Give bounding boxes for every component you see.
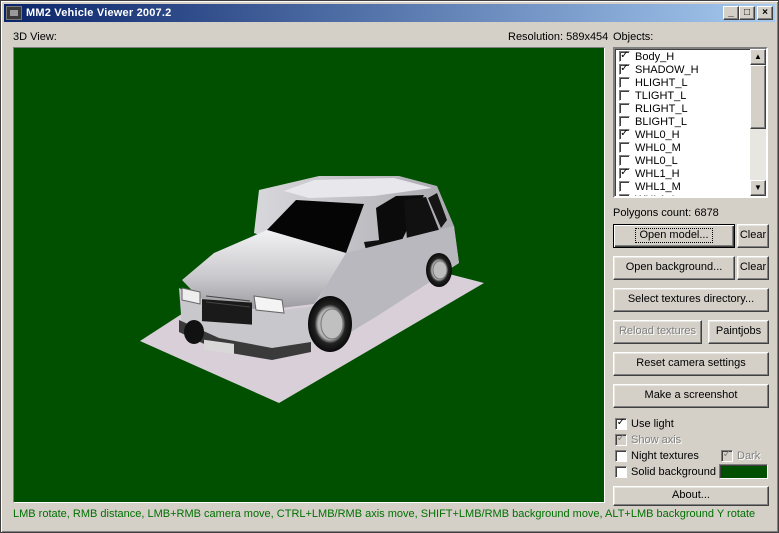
clear-background-button[interactable]: Clear — [737, 256, 769, 280]
list-item[interactable]: ✓ WHL0_H — [617, 128, 752, 141]
object-checkbox[interactable]: ✓ — [619, 64, 630, 75]
open-model-label: Open model... — [635, 228, 713, 243]
app-icon — [6, 6, 22, 20]
list-item[interactable]: WHL1_M — [617, 180, 752, 193]
objects-list-items: ✓ Body_H ✓ SHADOW_H HLIGHT_L TLIGHT_L RLIGHT_L… — [617, 50, 752, 197]
object-name: WHL1_M — [635, 180, 681, 193]
screenshot-button[interactable]: Make a screenshot — [613, 384, 769, 408]
open-background-button[interactable]: Open background... — [613, 256, 735, 280]
object-checkbox[interactable] — [619, 90, 630, 101]
object-name: WHL1_H — [635, 167, 680, 180]
object-checkbox[interactable]: ✓ — [619, 168, 630, 179]
objects-label: Objects: — [613, 31, 654, 43]
list-item[interactable]: BLIGHT_L — [617, 115, 752, 128]
scroll-up-button[interactable]: ▲ — [750, 49, 766, 65]
objects-list[interactable]: ✓ Body_H ✓ SHADOW_H HLIGHT_L TLIGHT_L RLIGHT_L… — [613, 47, 768, 198]
object-name: Body_H — [635, 50, 675, 63]
object-name: WHL0_H — [635, 128, 680, 141]
object-checkbox[interactable] — [619, 77, 630, 88]
minimize-button[interactable]: _ — [723, 6, 739, 20]
use-light-checkbox[interactable]: ✓ Use light — [615, 417, 674, 431]
object-name: SHADOW_H — [635, 63, 699, 76]
dark-checkbox[interactable]: ✓ Dark — [721, 449, 760, 463]
night-textures-checkbox[interactable]: Night textures — [615, 449, 699, 463]
solid-background-label: Solid background — [631, 466, 717, 478]
app-window: MM2 Vehicle Viewer 2007.2 _ □ × 3D View:… — [0, 0, 779, 533]
scroll-thumb[interactable] — [750, 65, 766, 129]
object-name: HLIGHT_L — [635, 76, 688, 89]
object-name: WHL1_L — [635, 194, 678, 197]
object-checkbox[interactable] — [619, 103, 630, 114]
list-item[interactable]: ✓ WHL1_H — [617, 167, 752, 180]
object-name: WHL0_M — [635, 141, 681, 154]
window-title: MM2 Vehicle Viewer 2007.2 — [26, 7, 172, 19]
night-textures-label: Night textures — [631, 450, 699, 462]
about-button[interactable]: About... — [613, 486, 769, 506]
object-checkbox[interactable] — [619, 155, 630, 166]
polygons-count: Polygons count: 6878 — [613, 207, 719, 219]
window-controls: _ □ × — [723, 6, 773, 20]
solid-background-box[interactable] — [615, 466, 627, 478]
show-axis-box[interactable]: ✓ — [615, 434, 627, 446]
resolution-label: Resolution: 589x454 — [508, 31, 609, 43]
show-axis-label: Show axis — [631, 434, 682, 446]
solid-background-checkbox[interactable]: Solid background — [615, 465, 716, 479]
object-name: RLIGHT_L — [635, 102, 688, 115]
night-textures-box[interactable] — [615, 450, 627, 462]
view-label: 3D View: — [13, 31, 57, 43]
use-light-label: Use light — [631, 418, 674, 430]
3d-viewport[interactable] — [13, 47, 605, 503]
list-item[interactable]: HLIGHT_L — [617, 76, 752, 89]
background-color-swatch[interactable] — [719, 464, 768, 479]
object-checkbox[interactable]: ✓ — [619, 129, 630, 140]
title-bar[interactable]: MM2 Vehicle Viewer 2007.2 _ □ × — [4, 4, 775, 22]
list-item[interactable]: WHL0_L — [617, 154, 752, 167]
maximize-button[interactable]: □ — [739, 6, 755, 20]
list-item[interactable]: WHL0_M — [617, 141, 752, 154]
close-button[interactable]: × — [757, 6, 773, 20]
object-checkbox[interactable] — [619, 181, 630, 192]
list-item[interactable]: ✓ Body_H — [617, 50, 752, 63]
list-item[interactable]: ✓ SHADOW_H — [617, 63, 752, 76]
show-axis-checkbox[interactable]: ✓ Show axis — [615, 433, 681, 447]
status-hint: LMB rotate, RMB distance, LMB+RMB camera… — [13, 508, 756, 520]
reload-textures-button[interactable]: Reload textures — [613, 320, 702, 344]
open-model-button[interactable]: Open model... — [613, 224, 735, 248]
objects-scrollbar[interactable]: ▲ ▼ — [750, 49, 766, 196]
object-checkbox[interactable] — [619, 194, 630, 196]
reset-camera-button[interactable]: Reset camera settings — [613, 352, 769, 376]
scroll-down-button[interactable]: ▼ — [750, 180, 766, 196]
select-textures-button[interactable]: Select textures directory... — [613, 288, 769, 312]
car-render — [140, 176, 484, 403]
list-item[interactable]: TLIGHT_L — [617, 89, 752, 102]
object-name: BLIGHT_L — [635, 115, 687, 128]
object-checkbox[interactable]: ✓ — [619, 51, 630, 62]
object-checkbox[interactable] — [619, 142, 630, 153]
object-checkbox[interactable] — [619, 116, 630, 127]
dark-label: Dark — [737, 450, 761, 462]
object-name: WHL0_L — [635, 154, 678, 167]
object-name: TLIGHT_L — [635, 89, 687, 102]
clear-model-button[interactable]: Clear — [737, 224, 769, 248]
list-item[interactable]: WHL1_L — [617, 193, 752, 197]
use-light-box[interactable]: ✓ — [615, 418, 627, 430]
paintjobs-button[interactable]: Paintjobs — [708, 320, 769, 344]
list-item[interactable]: RLIGHT_L — [617, 102, 752, 115]
dark-box[interactable]: ✓ — [721, 450, 733, 462]
